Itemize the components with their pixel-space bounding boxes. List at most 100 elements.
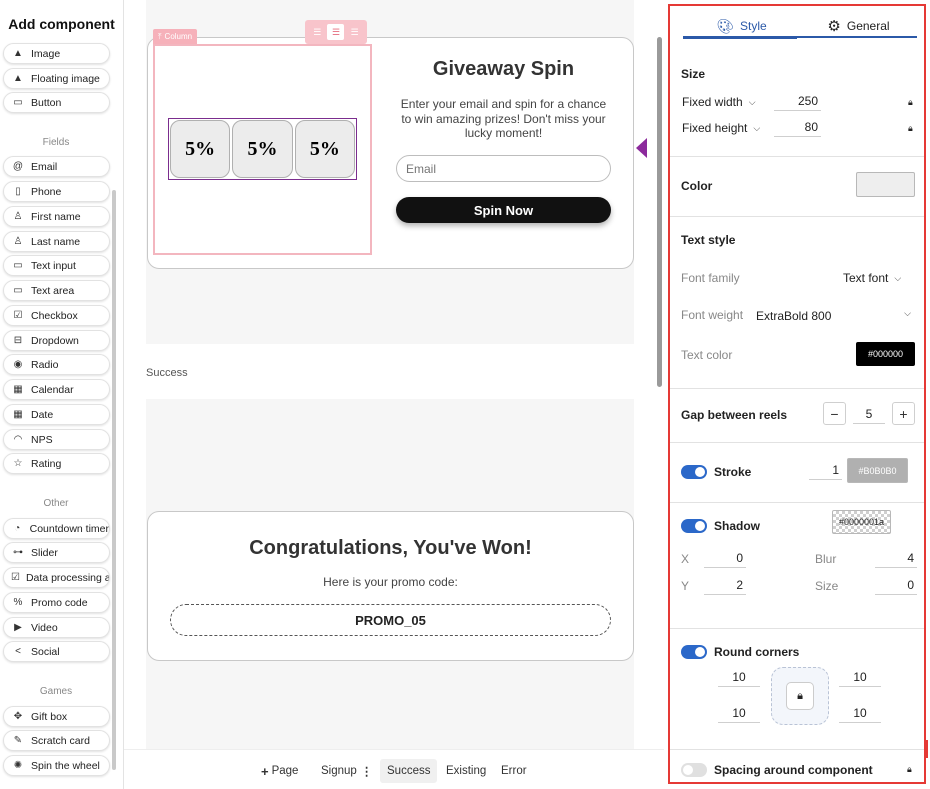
corner-bottom-right-input[interactable] bbox=[839, 703, 881, 723]
shadow-blur-input[interactable] bbox=[875, 548, 917, 568]
align-left-icon[interactable]: ☰ bbox=[309, 24, 326, 40]
giveaway-title: Giveaway Spin bbox=[432, 58, 575, 80]
text-color-swatch[interactable]: #000000 bbox=[856, 342, 915, 366]
tab-success[interactable]: Success bbox=[380, 759, 438, 783]
component-item-checkbox[interactable]: ☑ Checkbox bbox=[3, 305, 110, 326]
shadow-y-input[interactable] bbox=[704, 575, 746, 595]
corner-top-left-input[interactable] bbox=[718, 667, 760, 687]
gift-icon: ✥ bbox=[13, 711, 23, 722]
component-item-floating-image[interactable]: ▲ Floating image bbox=[3, 68, 110, 89]
divider bbox=[670, 502, 924, 503]
canvas-scrollbar[interactable] bbox=[657, 37, 662, 387]
fixed-height-input[interactable] bbox=[774, 117, 821, 137]
text-style-title: Text style bbox=[681, 233, 736, 247]
stroke-toggle[interactable] bbox=[681, 465, 707, 479]
add-page-button[interactable]: + Page bbox=[254, 759, 305, 783]
stroke-width-input[interactable] bbox=[809, 460, 842, 480]
floating-image-icon: ▲ bbox=[13, 73, 23, 84]
font-weight-select[interactable]: ExtraBold 800 ⌵ bbox=[756, 308, 911, 323]
font-family-select[interactable]: Text font ⌵ bbox=[843, 271, 901, 285]
tab-signup-label: Signup bbox=[321, 765, 357, 777]
component-item-promo-code[interactable]: % Promo code bbox=[3, 592, 110, 613]
corner-bottom-left-input[interactable] bbox=[718, 703, 760, 723]
shadow-toggle[interactable] bbox=[681, 519, 707, 533]
gap-increase-button[interactable]: + bbox=[892, 402, 915, 425]
fixed-width-dropdown[interactable]: Fixed width ⌵ bbox=[682, 95, 756, 109]
lock-icon[interactable]: 🔒︎ bbox=[908, 123, 913, 134]
fixed-height-dropdown[interactable]: Fixed height ⌵ bbox=[682, 121, 760, 135]
corner-top-right-input[interactable] bbox=[839, 667, 881, 687]
component-item-radio[interactable]: ◉ Radio bbox=[3, 354, 110, 375]
component-item-nps[interactable]: ◠ NPS bbox=[3, 429, 110, 450]
button-icon: ▭ bbox=[13, 97, 23, 108]
component-item-date[interactable]: ▦ Date bbox=[3, 404, 110, 425]
fixed-width-input[interactable] bbox=[774, 91, 821, 111]
scratch-icon: ✎ bbox=[13, 735, 23, 746]
component-item-label: Data processing a bbox=[25, 571, 110, 584]
fixed-height-label: Fixed height bbox=[682, 121, 748, 135]
shadow-color-swatch[interactable]: #0000001a bbox=[832, 510, 891, 534]
component-item-text-area[interactable]: ▭ Text area bbox=[3, 280, 110, 301]
round-corners-toggle[interactable] bbox=[681, 645, 707, 659]
component-item-label: Dropdown bbox=[31, 334, 79, 347]
tab-style[interactable]: 🎨︎ Style bbox=[683, 16, 800, 36]
calendar-icon: ▦ bbox=[13, 384, 23, 395]
shadow-title: Shadow bbox=[714, 519, 761, 533]
color-swatch[interactable] bbox=[856, 172, 915, 197]
component-item-button[interactable]: ▭ Button bbox=[3, 92, 110, 113]
component-item-phone[interactable]: ▯ Phone bbox=[3, 181, 110, 202]
corner-lock-button[interactable]: 🔒︎ bbox=[786, 682, 814, 710]
spin-now-button[interactable]: Spin Now bbox=[396, 197, 611, 223]
component-item-spin-the-wheel[interactable]: ✺ Spin the wheel bbox=[3, 755, 110, 776]
more-vert-icon[interactable]: ⋮ bbox=[361, 764, 373, 778]
component-item-calendar[interactable]: ▦ Calendar bbox=[3, 379, 110, 400]
spacing-title: Spacing around component bbox=[714, 763, 873, 777]
panel-pointer-icon bbox=[636, 138, 647, 158]
component-item-scratch-card[interactable]: ✎ Scratch card bbox=[3, 730, 110, 751]
component-item-social[interactable]: < Social bbox=[3, 641, 110, 662]
spacing-toggle[interactable] bbox=[681, 763, 707, 777]
gap-decrease-button[interactable]: − bbox=[823, 402, 846, 425]
component-item-countdown-timer[interactable]: ◔ Countdown timer bbox=[3, 518, 110, 539]
component-item-label: Email bbox=[31, 160, 58, 173]
component-item-gift-box[interactable]: ✥ Gift box bbox=[3, 706, 110, 727]
component-item-video[interactable]: ▶ Video bbox=[3, 617, 110, 638]
text-area-icon: ▭ bbox=[13, 285, 23, 296]
dropdown-icon: ⊟ bbox=[13, 335, 23, 346]
component-item-label: Slider bbox=[31, 546, 58, 559]
component-item-image[interactable]: ▲ Image bbox=[3, 43, 110, 64]
gap-input[interactable] bbox=[853, 404, 885, 424]
lock-icon[interactable]: 🔒︎ bbox=[908, 97, 913, 108]
lock-icon[interactable]: 🔒︎ bbox=[907, 764, 912, 775]
at-icon: @ bbox=[12, 161, 24, 172]
component-item-last-name[interactable]: ♙ Last name bbox=[3, 231, 110, 252]
component-item-data-processing-a[interactable]: ☑ Data processing a bbox=[3, 567, 110, 588]
email-field[interactable] bbox=[396, 155, 611, 182]
component-item-text-input[interactable]: ▭ Text input bbox=[3, 255, 110, 276]
align-center-icon[interactable]: ☰ bbox=[327, 24, 345, 40]
lock-icon: 🔒︎ bbox=[797, 689, 803, 702]
shadow-x-input[interactable] bbox=[704, 548, 746, 568]
component-item-slider[interactable]: ⊶ Slider bbox=[3, 542, 110, 563]
radio-icon: ◉ bbox=[13, 359, 23, 370]
shadow-x-label: X bbox=[681, 552, 690, 566]
component-item-label: Floating image bbox=[31, 72, 100, 85]
tab-existing[interactable]: Existing bbox=[439, 759, 493, 783]
tab-error[interactable]: Error bbox=[494, 759, 534, 783]
sidebar-scrollbar[interactable] bbox=[112, 190, 116, 770]
align-right-icon[interactable]: ☰ bbox=[346, 24, 363, 40]
component-item-label: Social bbox=[31, 645, 60, 658]
component-item-first-name[interactable]: ♙ First name bbox=[3, 206, 110, 227]
stroke-color-swatch[interactable]: #B0B0B0 bbox=[847, 458, 908, 483]
component-item-email[interactable]: @ Email bbox=[3, 156, 110, 177]
column-tag[interactable]: ⤒ Column bbox=[153, 29, 198, 44]
sidebar-title: Add component bbox=[8, 16, 115, 32]
tab-signup[interactable]: Signup ⋮ bbox=[314, 759, 379, 783]
tab-general[interactable]: ⚙ General bbox=[800, 16, 917, 36]
promo-code-box[interactable]: PROMO_05 bbox=[170, 604, 611, 636]
shadow-size-input[interactable] bbox=[875, 575, 917, 595]
component-item-label: Phone bbox=[31, 185, 62, 198]
component-item-dropdown[interactable]: ⊟ Dropdown bbox=[3, 330, 110, 351]
slot-reels[interactable]: 5% 5% 5% bbox=[168, 118, 357, 180]
component-item-rating[interactable]: ☆ Rating bbox=[3, 453, 110, 474]
